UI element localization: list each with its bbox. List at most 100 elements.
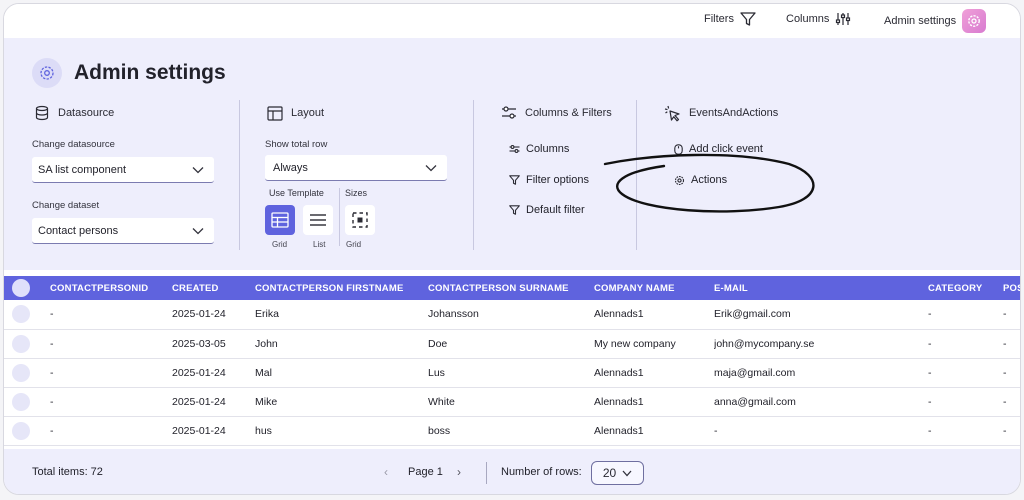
table-cell: boss	[428, 424, 451, 437]
table-row[interactable]: - 2025-03-05 John Doe My new company joh…	[4, 329, 1020, 358]
events-actions-heading-label: EventsAndActions	[689, 107, 779, 119]
row-select-cell[interactable]	[4, 387, 50, 416]
rows-per-page-label: Number of rows:	[501, 466, 582, 478]
table-cell: anna@gmail.com	[714, 395, 796, 408]
filters-button[interactable]: Filters	[704, 12, 756, 26]
gear-icon	[674, 175, 685, 185]
select-all-radio[interactable]	[12, 279, 30, 297]
next-page-icon[interactable]: ›	[457, 465, 461, 479]
default-filter-label: Default filter	[526, 204, 585, 216]
datasource-select[interactable]: SA list component	[32, 157, 214, 183]
rows-per-page-value: 20	[602, 466, 617, 480]
table-cell: John	[255, 337, 278, 350]
total-items: Total items: 72	[32, 466, 103, 478]
admin-settings-label: Admin settings	[884, 15, 957, 27]
columns-filters-heading: Columns & Filters	[501, 104, 612, 122]
sizes-grid-caption: Grid	[346, 240, 362, 249]
table-cell: 2025-01-24	[172, 395, 226, 408]
admin-settings-button[interactable]: Admin settings	[884, 9, 987, 33]
table-row[interactable]: - 2025-01-24 Erika Johansson Alennads1 E…	[4, 300, 1020, 329]
filter-icon	[740, 12, 756, 26]
row-select-radio[interactable]	[12, 363, 30, 382]
section-divider	[239, 100, 240, 250]
column-header[interactable]: CONTACTPERSON SURNAME	[428, 276, 594, 300]
row-select-cell[interactable]	[4, 358, 50, 387]
settings-gear-icon	[962, 9, 987, 33]
column-header[interactable]: CATEGORY	[928, 276, 1003, 300]
table-cell: White	[428, 395, 455, 408]
show-total-row-label: Show total row	[265, 139, 328, 150]
actions-option[interactable]: Actions	[674, 174, 727, 186]
layout-heading-label: Layout	[291, 107, 325, 119]
app-window: Filters Columns Admin settings Admin set…	[3, 3, 1021, 495]
grid-table-icon	[271, 212, 289, 228]
columns-button[interactable]: Columns	[786, 12, 851, 26]
default-filter-option[interactable]: Default filter	[509, 204, 585, 216]
row-select-cell[interactable]	[4, 300, 50, 329]
select-all-cell[interactable]	[4, 276, 50, 300]
table-cell: Mike	[255, 395, 278, 408]
filters-label: Filters	[704, 13, 734, 25]
columns-option[interactable]: Columns	[509, 143, 569, 155]
table-cell: Johansson	[428, 308, 479, 321]
row-select-cell[interactable]	[4, 416, 50, 445]
table-cell: Mal	[255, 366, 272, 379]
template-list-caption: List	[313, 240, 326, 249]
dataset-select-value: Contact persons	[38, 224, 119, 237]
table-cell: maja@gmail.com	[714, 366, 796, 379]
table-cell: -	[50, 395, 54, 408]
row-select-radio[interactable]	[12, 421, 30, 440]
table-cell: 2025-03-05	[172, 337, 226, 350]
table-cell: 2025-01-24	[172, 424, 226, 437]
table-row[interactable]: - 2025-01-24 Mal Lus Alennads1 maja@gmai…	[4, 358, 1020, 387]
add-click-event-option[interactable]: Add click event	[674, 143, 763, 155]
change-dataset-label: Change dataset	[32, 200, 100, 211]
row-select-cell[interactable]	[4, 329, 50, 358]
table-cell: -	[50, 424, 54, 437]
table-cell: -	[928, 366, 932, 379]
table-cell: Alennads1	[594, 395, 644, 408]
sliders-icon	[502, 106, 516, 119]
table-cell: john@mycompany.se	[714, 337, 815, 350]
column-header[interactable]: CONTACTPERSON FIRSTNAME	[255, 276, 428, 300]
row-select-radio[interactable]	[12, 334, 30, 353]
resize-frame-icon	[352, 212, 368, 228]
filter-options-label: Filter options	[526, 174, 589, 186]
table-cell: -	[50, 337, 54, 350]
table-cell: 2025-01-24	[172, 366, 226, 379]
panel-header: Admin settings	[32, 58, 226, 88]
datasource-heading: Datasource	[34, 104, 114, 122]
table-row[interactable]: - 2025-01-24 hus boss Alennads1 - - -	[4, 416, 1020, 445]
columns-option-label: Columns	[526, 143, 570, 155]
columns-label: Columns	[786, 13, 830, 25]
show-total-row-select[interactable]: Always	[265, 155, 447, 181]
add-click-event-label: Add click event	[689, 143, 763, 155]
table-cell: -	[50, 366, 54, 379]
prev-page-icon[interactable]: ‹	[384, 465, 388, 479]
sliders-icon	[509, 145, 520, 153]
table-cell: -	[50, 308, 54, 321]
table-row[interactable]: - 2025-01-24 Mike White Alennads1 anna@g…	[4, 387, 1020, 416]
mouse-icon	[674, 143, 683, 155]
template-divider	[339, 188, 340, 246]
column-header[interactable]: CREATED	[172, 276, 255, 300]
filter-icon	[509, 175, 520, 185]
column-header[interactable]: POS	[1003, 276, 1020, 300]
admin-settings-panel: Admin settings Datasource Change datasou…	[4, 38, 1020, 270]
sizes-grid-button[interactable]	[345, 205, 375, 235]
row-select-radio[interactable]	[12, 392, 30, 411]
template-grid-caption: Grid	[272, 240, 288, 249]
sliders-icon	[836, 13, 851, 25]
row-select-radio[interactable]	[12, 305, 30, 324]
dataset-select[interactable]: Contact persons	[32, 218, 214, 244]
column-header[interactable]: CONTACTPERSONID	[50, 276, 172, 300]
column-header[interactable]: COMPANY NAME	[594, 276, 714, 300]
filter-options-option[interactable]: Filter options	[509, 174, 589, 186]
template-grid-button[interactable]	[265, 205, 295, 235]
filter-icon	[509, 205, 520, 215]
datasource-heading-label: Datasource	[58, 107, 115, 119]
table-header-row: CONTACTPERSONID CREATED CONTACTPERSON FI…	[4, 276, 1020, 300]
rows-per-page-select[interactable]: 20	[591, 461, 644, 485]
column-header[interactable]: E-MAIL	[714, 276, 928, 300]
template-list-button[interactable]	[303, 205, 333, 235]
